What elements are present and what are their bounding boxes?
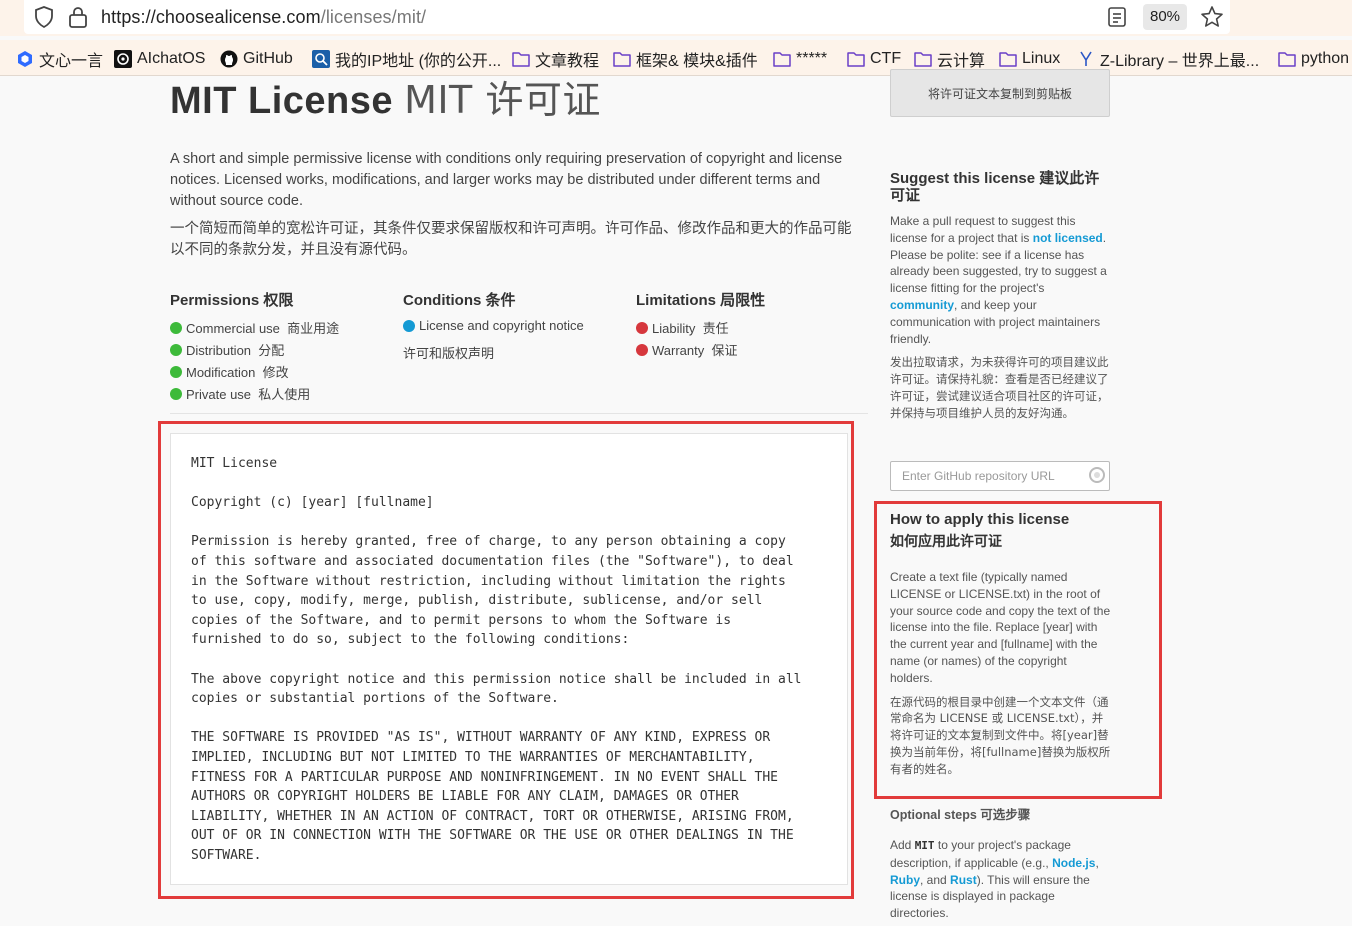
blue-dot-icon [403, 319, 415, 332]
folder-icon [914, 52, 932, 67]
zoom-level-badge[interactable]: 80% [1143, 4, 1187, 30]
condition-license-notice-cn: 许可和版权声明 [403, 346, 495, 361]
openai-icon [114, 50, 132, 68]
permission-commercial-use[interactable]: Commercial use 商业用途 [170, 318, 339, 337]
status-circle-icon [1089, 467, 1105, 483]
folder-icon [613, 52, 631, 67]
wenxin-icon [18, 51, 32, 67]
github-repo-url-input[interactable]: Enter GitHub repository URL [890, 461, 1110, 491]
bookmark-wenxin[interactable]: 文心一言 [16, 48, 103, 70]
bookmark-label: Z-Library – 世界上最... [1100, 53, 1260, 70]
page-title: MIT License MIT 许可证 [170, 69, 601, 124]
bookmark-label: CTF [870, 50, 902, 67]
green-dot-icon [170, 321, 182, 334]
permissions-heading: Permissions 权限 [170, 292, 294, 309]
rule-label: Private use 私人使用 [186, 387, 311, 402]
folder-icon [847, 52, 865, 67]
rule-label: Modification 修改 [186, 365, 289, 380]
url-text[interactable]: https://choosealicense.com/licenses/mit/ [101, 7, 426, 28]
url-host: https://choosealicense.com [101, 7, 321, 27]
bookmark-aichatos[interactable]: AIchatOS [114, 48, 205, 70]
bookmark-folder-python[interactable]: python [1278, 48, 1349, 70]
red-dot-icon [636, 343, 648, 356]
folder-icon [773, 52, 791, 67]
suggest-text: Make a pull request to suggest this lice… [890, 213, 1112, 347]
rule-label: Liability 责任 [652, 321, 729, 336]
rule-label: Warranty 保证 [652, 343, 738, 358]
copy-license-button[interactable]: 将许可证文本复制到剪贴板 [890, 69, 1110, 117]
suggest-heading: Suggest this license 建议此许可证 [890, 170, 1100, 204]
github-icon [220, 50, 238, 68]
title-en: MIT License [170, 80, 393, 122]
green-dot-icon [170, 387, 182, 400]
bookmark-folder-frameworks[interactable]: 框架& 模块&插件 [613, 48, 758, 70]
bookmark-ip[interactable]: 我的IP地址 (你的公开... [312, 48, 501, 70]
bookmark-folder-articles[interactable]: 文章教程 [512, 48, 599, 70]
bookmark-label: 框架& 模块&插件 [636, 53, 758, 70]
optional-steps-text: Add MIT to your project's package descri… [890, 837, 1112, 922]
shield-icon[interactable] [34, 6, 54, 28]
bookmark-folder-stars[interactable]: ***** [773, 48, 827, 70]
bookmark-github[interactable]: GitHub [220, 48, 293, 70]
mit-code: MIT [914, 839, 935, 852]
limitation-liability[interactable]: Liability 责任 [636, 318, 729, 337]
not-licensed-link[interactable]: not licensed [1033, 231, 1103, 245]
bookmark-folder-cloud[interactable]: 云计算 [914, 48, 985, 70]
bookmark-label: python [1301, 50, 1350, 67]
lock-icon[interactable] [68, 5, 88, 29]
folder-icon [1278, 52, 1296, 67]
optional-steps-section: Add MIT to your project's package descri… [890, 837, 1112, 922]
community-link[interactable]: community [890, 298, 954, 312]
bookmark-folder-ctf[interactable]: CTF [847, 48, 901, 70]
text-fragment: Add [890, 838, 915, 852]
license-description: A short and simple permissive license wi… [170, 151, 843, 209]
bookmark-label: GitHub [243, 50, 293, 67]
browser-toolbar: https://choosealicense.com/licenses/mit/… [0, 0, 1352, 36]
green-dot-icon [170, 343, 182, 356]
nodejs-link[interactable]: Node.js [1052, 856, 1095, 870]
bookmark-label: 文章教程 [535, 53, 600, 70]
suggest-text-cn: 发出拉取请求，为未获得许可的项目建议此许可证。请保持礼貌：查看是否已经建议了许可… [890, 355, 1109, 420]
bookmark-star-icon[interactable] [1200, 5, 1224, 29]
text-fragment: , [1095, 855, 1099, 870]
folder-icon [512, 52, 530, 67]
reader-view-icon[interactable] [1107, 6, 1127, 28]
ip-icon [312, 50, 330, 68]
rust-link[interactable]: Rust [950, 873, 977, 887]
license-description-cn: 一个简短而简单的宽松许可证，其条件仅要求保留版权和许可声明。许可作品、修改作品和… [170, 221, 852, 258]
url-path: /licenses/mit/ [320, 7, 427, 27]
permission-modification[interactable]: Modification 修改 [170, 362, 289, 381]
bookmark-label: 我的IP地址 (你的公开... [335, 53, 502, 70]
rule-label: Commercial use 商业用途 [186, 321, 340, 336]
green-dot-icon [170, 365, 182, 378]
folder-icon [999, 52, 1017, 67]
highlight-annotation-box [874, 501, 1162, 799]
permission-distribution[interactable]: Distribution 分配 [170, 340, 284, 359]
red-dot-icon [636, 321, 648, 334]
divider [170, 413, 868, 414]
bookmark-folder-linux[interactable]: Linux [999, 48, 1060, 70]
page-content: MIT License MIT 许可证 将许可证文本复制到剪贴板 A short… [0, 69, 1352, 926]
ruby-link[interactable]: Ruby [890, 873, 920, 887]
bookmark-label: Linux [1022, 50, 1061, 67]
optional-steps-heading: Optional steps 可选步骤 [890, 808, 1031, 822]
highlight-annotation-box [158, 421, 854, 899]
bookmark-label: 文心一言 [39, 53, 104, 70]
limitations-heading: Limitations 局限性 [636, 292, 766, 309]
rule-label: License and copyright notice [419, 318, 584, 333]
bookmark-zlibrary[interactable]: Z-Library – 世界上最... [1077, 48, 1259, 70]
bookmark-label: 云计算 [937, 53, 986, 70]
conditions-heading: Conditions 条件 [403, 292, 516, 309]
suggest-section: Suggest this license 建议此许可证 Make a pull … [890, 170, 1112, 422]
text-fragment: , and [920, 872, 951, 887]
limitation-warranty[interactable]: Warranty 保证 [636, 340, 737, 359]
zlib-icon [1080, 51, 1092, 66]
permission-private-use[interactable]: Private use 私人使用 [170, 384, 310, 403]
title-cn: MIT 许可证 [404, 78, 601, 122]
condition-license-notice[interactable]: License and copyright notice [403, 318, 584, 333]
rule-label: Distribution 分配 [186, 343, 285, 358]
bookmark-label: ***** [796, 50, 828, 67]
bookmark-label: AIchatOS [137, 50, 206, 67]
